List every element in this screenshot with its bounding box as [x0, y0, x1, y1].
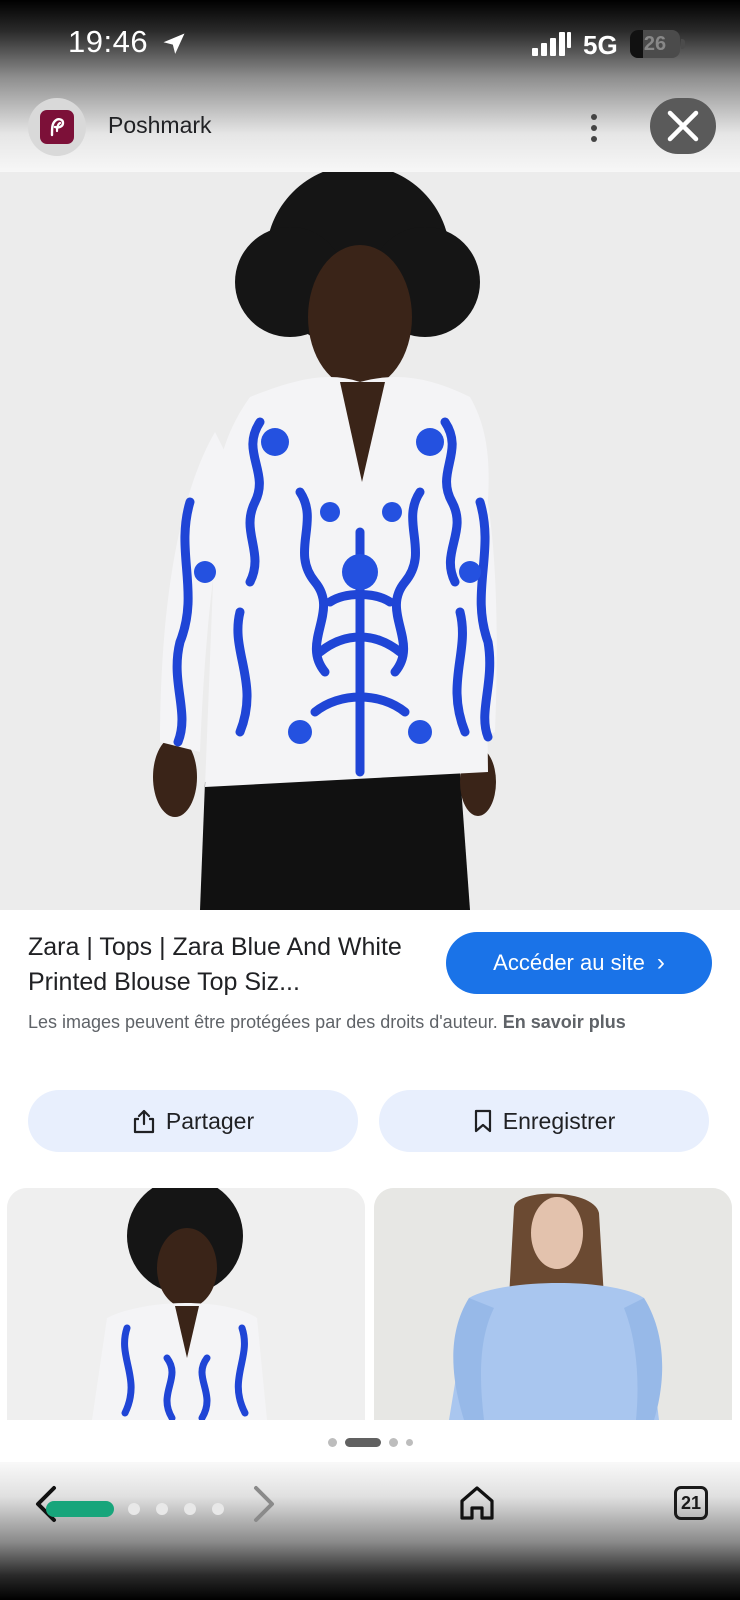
location-arrow-icon [163, 33, 185, 54]
share-label: Partager [165, 1107, 255, 1134]
save-button[interactable]: Enregistrer [379, 1090, 709, 1152]
related-image-2 [374, 1188, 732, 1420]
visit-site-button[interactable]: Accéder au site › [446, 932, 712, 994]
history-dots [128, 1503, 224, 1515]
poshmark-logo-icon [40, 110, 74, 144]
home-icon[interactable] [458, 1484, 496, 1522]
result-title[interactable]: Zara | Tops | Zara Blue And White Printe… [28, 930, 438, 1000]
site-name[interactable]: Poshmark [108, 112, 212, 139]
more-vert-icon[interactable] [584, 110, 604, 146]
close-button[interactable] [650, 98, 716, 154]
pager-dot[interactable] [327, 1437, 337, 1447]
related-result-2[interactable] [374, 1188, 732, 1420]
share-icon [133, 1109, 154, 1134]
learn-more-link[interactable]: En savoir plus [503, 1012, 626, 1032]
copyright-note: Les images peuvent être protégées par de… [28, 1008, 708, 1036]
pager-dot[interactable] [388, 1437, 398, 1447]
share-button[interactable]: Partager [28, 1090, 358, 1152]
visit-site-label: Accéder au site [493, 950, 645, 975]
pager-dot[interactable] [405, 1438, 413, 1446]
history-indicator [46, 1501, 114, 1517]
product-image[interactable] [0, 172, 740, 910]
signal-icon [532, 32, 571, 56]
site-logo[interactable] [28, 98, 86, 156]
copyright-text: Les images peuvent être protégées par de… [28, 1012, 498, 1032]
related-result-1[interactable] [7, 1188, 365, 1420]
tabs-icon[interactable]: 21 [674, 1486, 708, 1520]
bookmark-icon [474, 1109, 491, 1133]
save-label: Enregistrer [502, 1107, 616, 1134]
close-icon [667, 110, 699, 142]
network-label: 5G [583, 30, 618, 60]
forward-icon[interactable] [248, 1484, 278, 1524]
status-time: 19:46 [68, 24, 149, 59]
bottom-nav [0, 1462, 740, 1600]
pager-dot-active[interactable] [344, 1437, 381, 1447]
carousel-pager [0, 1432, 740, 1452]
tabs-count: 21 [680, 1492, 702, 1513]
related-image-1 [7, 1188, 365, 1420]
battery-level: 26 [643, 33, 667, 55]
battery-icon: 26 [630, 30, 680, 58]
chevron-right-icon: › [656, 949, 665, 976]
battery-nub [681, 39, 685, 49]
